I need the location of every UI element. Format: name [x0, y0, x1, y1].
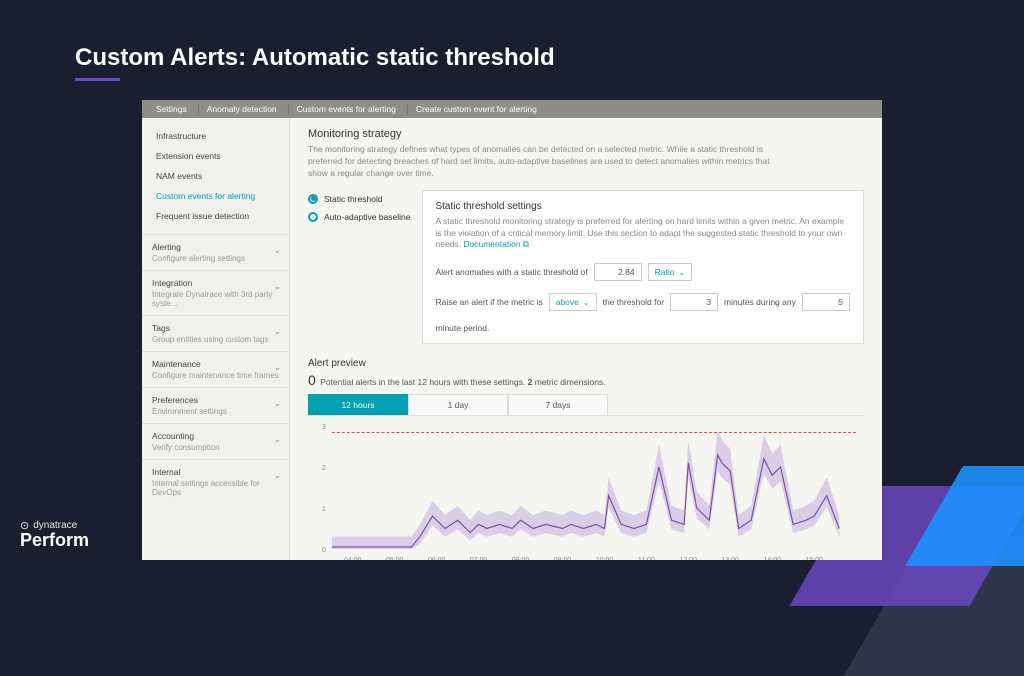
sidebar-section-alerting[interactable]: Alerting Configure alerting settings ⌄ — [142, 234, 289, 270]
alert-preview-chart: 0 1 2 3 04:00 05:00 06:00 07:00 08:00 09:00 10:00 1… — [308, 420, 864, 560]
chevron-down-icon: ⌄ — [273, 398, 281, 409]
svg-text:06:00: 06:00 — [428, 557, 446, 560]
chevron-down-icon: ⌄ — [273, 434, 281, 445]
section-description: The monitoring strategy defines what typ… — [308, 144, 778, 180]
radio-icon — [308, 212, 318, 222]
svg-text:13:00: 13:00 — [722, 557, 740, 560]
sidebar-section-preferences[interactable]: Preferences Environment settings ⌄ — [142, 387, 289, 423]
radio-static-threshold[interactable]: Static threshold — [308, 194, 410, 204]
sidebar: Infrastructure Extension events NAM even… — [142, 118, 290, 560]
chevron-down-icon: ⌄ — [273, 245, 281, 256]
box-description: A static threshold monitoring strategy i… — [435, 216, 851, 252]
threshold-settings-box: Static threshold settings A static thres… — [422, 190, 864, 345]
breadcrumb-item[interactable]: Settings — [148, 100, 199, 118]
svg-text:1: 1 — [322, 504, 326, 513]
svg-text:15:00: 15:00 — [805, 557, 823, 560]
svg-text:08:00: 08:00 — [512, 557, 530, 560]
slide-title: Custom Alerts: Automatic static threshol… — [75, 44, 555, 72]
svg-text:11:00: 11:00 — [638, 557, 655, 560]
brand-logo: dynatrace Perform — [20, 519, 89, 551]
sidebar-section-maintenance[interactable]: Maintenance Configure maintenance time f… — [142, 351, 289, 387]
sidebar-link-custom-events[interactable]: Custom events for alerting — [142, 186, 289, 206]
svg-text:07:00: 07:00 — [470, 557, 488, 560]
breadcrumb-item[interactable]: Custom events for alerting — [289, 100, 408, 118]
breadcrumb-item[interactable]: Anomaly detection — [199, 100, 289, 118]
sidebar-link-extension-events[interactable]: Extension events — [142, 146, 289, 166]
sidebar-section-accounting[interactable]: Accounting Verify consumption ⌄ — [142, 423, 289, 459]
svg-text:04:00: 04:00 — [344, 557, 362, 560]
alert-preview-summary: 0 Potential alerts in the last 12 hours … — [308, 372, 864, 388]
tab-7-days[interactable]: 7 days — [508, 394, 608, 415]
section-heading: Monitoring strategy — [308, 128, 864, 140]
tab-12-hours[interactable]: 12 hours — [308, 394, 408, 415]
duration-minutes-input[interactable]: 3 — [670, 293, 718, 311]
sidebar-link-nam-events[interactable]: NAM events — [142, 166, 289, 186]
period-minutes-input[interactable]: 5 — [802, 293, 850, 311]
alert-preview-title: Alert preview — [308, 358, 864, 369]
breadcrumb-item[interactable]: Create custom event for alerting — [408, 100, 549, 118]
chevron-down-icon: ⌄ — [678, 268, 685, 277]
chevron-down-icon: ⌄ — [273, 362, 281, 373]
threshold-value-input[interactable]: 2.84 — [594, 263, 642, 281]
chevron-down-icon: ⌄ — [273, 470, 281, 481]
svg-text:0: 0 — [322, 545, 326, 554]
main-content: Monitoring strategy The monitoring strat… — [290, 118, 882, 560]
brand-event: Perform — [20, 530, 89, 551]
svg-text:09:00: 09:00 — [554, 557, 572, 560]
radio-auto-adaptive[interactable]: Auto-adaptive baseline — [308, 212, 410, 222]
svg-text:10:00: 10:00 — [596, 557, 614, 560]
documentation-link[interactable]: Documentation ⧉ — [463, 239, 529, 249]
box-title: Static threshold settings — [435, 201, 851, 212]
sidebar-link-frequent-issue[interactable]: Frequent issue detection — [142, 206, 289, 226]
tab-1-day[interactable]: 1 day — [408, 394, 508, 415]
app-window: Settings Anomaly detection Custom events… — [142, 100, 882, 560]
svg-text:2: 2 — [322, 463, 326, 472]
svg-text:05:00: 05:00 — [386, 557, 404, 560]
brand-name: dynatrace — [20, 519, 89, 532]
sidebar-link-infrastructure[interactable]: Infrastructure — [142, 126, 289, 146]
title-underline — [75, 78, 120, 81]
svg-text:12:00: 12:00 — [680, 557, 698, 560]
chevron-down-icon: ⌄ — [583, 298, 590, 307]
sidebar-section-tags[interactable]: Tags Group entities using custom tags ⌄ — [142, 315, 289, 351]
svg-text:14:00: 14:00 — [763, 557, 781, 560]
svg-text:3: 3 — [322, 422, 326, 431]
chevron-down-icon: ⌄ — [273, 281, 281, 292]
breadcrumb: Settings Anomaly detection Custom events… — [142, 100, 882, 118]
radio-icon — [308, 194, 318, 204]
direction-select[interactable]: above ⌄ — [549, 293, 597, 311]
threshold-unit-select[interactable]: Ratio ⌄ — [648, 263, 693, 281]
chevron-down-icon: ⌄ — [273, 326, 281, 337]
sidebar-section-internal[interactable]: Internal Internal settings accessible fo… — [142, 459, 289, 504]
sidebar-section-integration[interactable]: Integration Integrate Dynatrace with 3rd… — [142, 270, 289, 315]
